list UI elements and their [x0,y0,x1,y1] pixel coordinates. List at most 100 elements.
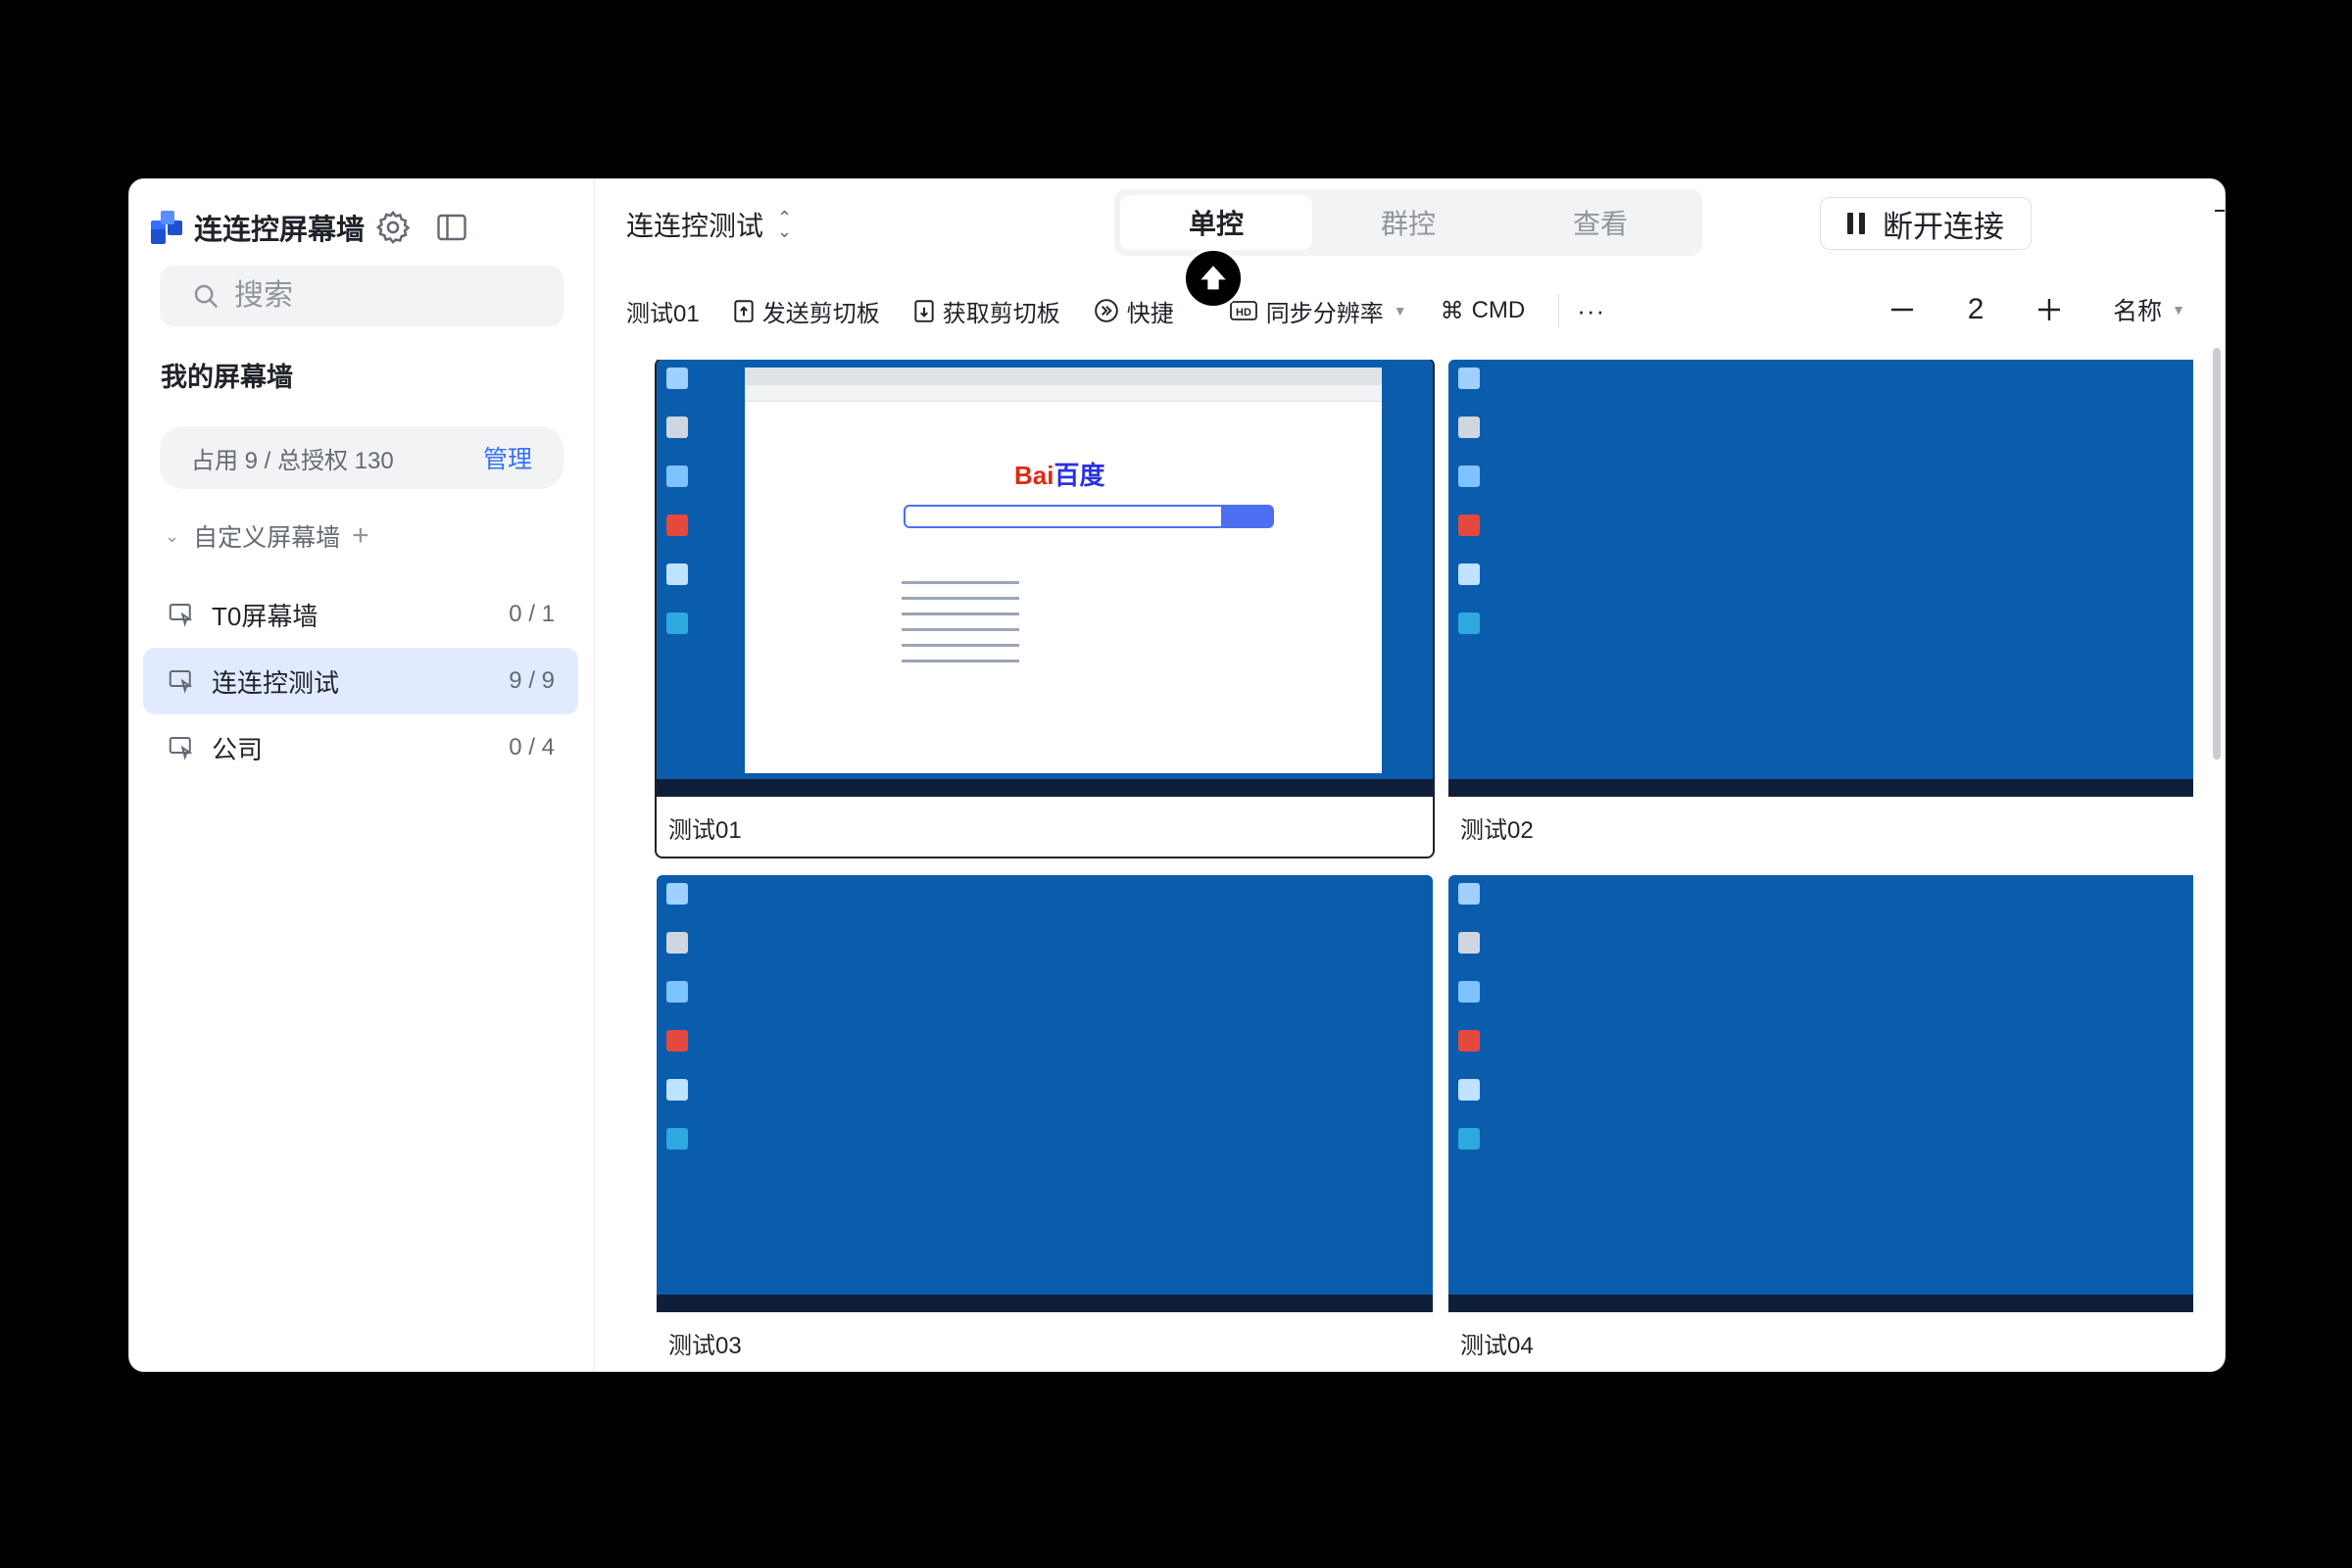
desktop-icons [662,368,692,662]
screen-tile[interactable]: 测试04 [1448,875,2193,1360]
zoom-value: 2 [1967,293,1984,325]
hd-icon: HD [1229,301,1257,320]
disconnect-label: 断开连接 [1883,209,2004,244]
svg-text:HD: HD [1236,307,1251,318]
remote-screen[interactable] [1448,360,2193,797]
command-key-icon: ⌘ [1440,297,1464,324]
tile-label: 测试01 [668,817,742,844]
sort-arrows-icon: ⌃ ⌄ [777,208,793,241]
send-clipboard-button[interactable]: 发送剪切板 [733,294,880,328]
wall-count: 0 / 4 [509,734,555,760]
screen-tile[interactable]: Bai百度 测试01 [655,360,1435,858]
sidebar: 连连控屏幕墙 我的屏幕墙 占用 9 / 总授权 130 管理 ⌄ 自定义屏幕墙 … [129,179,595,1371]
wall-name: T0屏幕墙 [212,601,318,631]
zoom-controls: 2 名称 ▼ [1878,285,2185,334]
taskbar [657,1295,1433,1312]
toolbar-divider [1558,294,1560,327]
disconnect-button[interactable]: 断开连接 [1820,197,2032,250]
chevron-down-icon: ▼ [2172,302,2185,318]
wall-name: 连连控测试 [212,667,340,698]
wall-name: 公司 [212,734,264,764]
search-input[interactable] [232,278,530,314]
search-icon [194,284,219,309]
shortcut-button[interactable]: 快捷 [1094,294,1174,328]
desktop-icons [1454,368,1484,662]
scrollbar[interactable] [2213,348,2221,760]
send-clipboard-label: 发送剪切板 [761,300,880,327]
taskbar [1448,1295,2193,1312]
screen-tile[interactable]: 测试02 [1448,360,2193,845]
screen-frame: Bai百度 测试01 [655,360,1435,858]
logo-row: 连连控屏幕墙 [151,199,365,256]
browser-window: Bai百度 [745,368,1382,773]
quota-box: 占用 9 / 总授权 130 管理 [160,426,564,489]
shortcut-icon [1094,299,1118,322]
wall-list: T0屏幕墙 0 / 1 连连控测试 9 / 9 公司 0 / 4 [143,581,578,781]
baidu-search-button [1221,505,1274,528]
screen-wall-icon [169,604,193,627]
app-title: 连连控屏幕墙 [194,215,366,246]
quota-text: 占用 9 / 总授权 130 [191,447,394,474]
sidebar-toggle-icon[interactable] [429,205,474,250]
cursor-indicator-icon [1183,248,1244,309]
taskbar [1448,779,2193,797]
zoom-out-button[interactable] [1878,285,1927,334]
minus-icon [1891,308,1914,312]
taskbar [657,779,1433,797]
tile-label: 测试03 [668,1333,742,1359]
manage-link[interactable]: 管理 [483,440,532,475]
search-box[interactable] [160,266,564,326]
remote-screen[interactable] [657,875,1433,1312]
sort-by-dropdown[interactable]: 名称 ▼ [2113,292,2185,327]
tile-label: 测试04 [1460,1333,1534,1359]
wall-item-company[interactable]: 公司 0 / 4 [143,714,578,781]
baidu-search-bar [904,505,1225,528]
hot-list [902,581,1235,675]
minimize-icon[interactable] [2202,189,2225,232]
get-clipboard-label: 获取剪切板 [942,300,1060,327]
remote-screen[interactable]: Bai百度 [657,360,1433,797]
chevron-down-icon[interactable]: ⌄ [165,526,179,547]
sync-resolution-label: 同步分辨率 [1265,300,1384,327]
section-title: 我的屏幕墙 [161,363,293,392]
wall-item-lianliankong-test[interactable]: 连连控测试 9 / 9 [143,648,578,714]
mode-switch: 单控 群控 查看 [1114,189,1702,256]
custom-wall-group[interactable]: ⌄ 自定义屏幕墙 + [165,518,369,554]
desktop-icons [1454,883,1484,1177]
wall-count: 9 / 9 [509,667,555,694]
remote-screen[interactable] [1448,875,2193,1312]
group-label: 自定义屏幕墙 [193,524,341,552]
desktop-icons [662,883,692,1177]
current-wall-name: 连连控测试 [626,211,764,241]
app-logo-icon [151,211,184,244]
wall-item-t0[interactable]: T0屏幕墙 0 / 1 [143,581,578,648]
tab-view[interactable]: 查看 [1504,195,1696,250]
settings-gear-icon[interactable] [370,205,416,250]
sort-by-label: 名称 [2113,298,2163,325]
cmd-label: CMD [1471,297,1526,323]
tab-single-control[interactable]: 单控 [1120,195,1312,250]
shortcut-label: 快捷 [1126,300,1174,327]
screen-wall-icon [169,737,193,760]
plus-icon [2038,299,2061,320]
app-window: 连连控屏幕墙 我的屏幕墙 占用 9 / 总授权 130 管理 ⌄ 自定义屏幕墙 … [128,178,2226,1372]
baidu-logo: Bai百度 [1014,461,1105,490]
target-device-label: 测试01 [626,300,700,327]
current-wall-selector[interactable]: 连连控测试 ⌃ ⌄ [626,205,792,244]
pause-icon [1847,213,1865,234]
screen-tile[interactable]: 测试03 [657,875,1433,1360]
get-clipboard-button[interactable]: 获取剪切板 [913,294,1060,328]
sync-resolution-button[interactable]: HD 同步分辨率 ▼ [1229,294,1407,328]
screen-grid: Bai百度 测试01 测试02 测试03 测试04 [625,360,2193,1371]
add-wall-icon[interactable]: + [352,519,369,553]
more-button[interactable]: ··· [1577,296,1605,326]
tab-group-control[interactable]: 群控 [1312,195,1504,250]
zoom-in-button[interactable] [2025,285,2074,334]
topbar: 连连控测试 ⌃ ⌄ 单控 群控 查看 断开连接 [595,179,2225,262]
wall-count: 0 / 1 [509,601,555,627]
chevron-down-icon: ▼ [1393,303,1407,318]
cmd-button[interactable]: ⌘ CMD [1441,297,1526,325]
clipboard-download-icon [914,300,934,322]
clipboard-upload-icon [734,300,754,322]
tile-label: 测试02 [1460,817,1534,844]
